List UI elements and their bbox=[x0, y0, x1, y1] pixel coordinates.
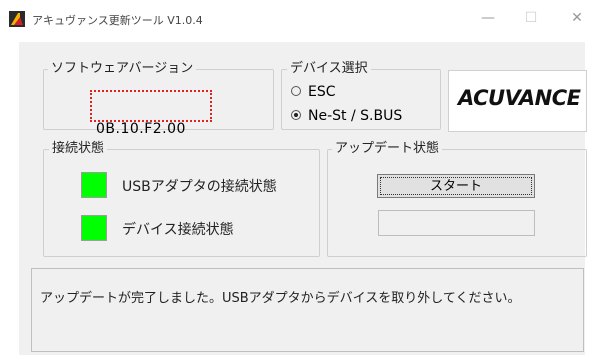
acuvance-logo: ACUVANCE bbox=[448, 70, 587, 132]
app-logo-icon bbox=[9, 11, 25, 27]
usb-adapter-status-label: USBアダプタの接続状態 bbox=[122, 179, 277, 195]
software-version-legend: ソフトウェアバージョン bbox=[48, 60, 197, 78]
version-highlight-box bbox=[90, 90, 212, 122]
device-connection-status-label: デバイス接続状態 bbox=[122, 222, 234, 238]
device-select-group: デバイス選択 ESC Ne-St / S.BUS bbox=[281, 60, 441, 130]
radio-esc-label: ESC bbox=[308, 84, 336, 100]
close-button[interactable]: ✕ bbox=[567, 8, 587, 28]
maximize-button[interactable]: ☐ bbox=[521, 8, 541, 28]
status-message-box: アップデートが完了しました。USBアダプタからデバイスを取り外してください。 bbox=[31, 268, 584, 352]
radio-nest-sbus[interactable]: Ne-St / S.BUS bbox=[291, 107, 402, 125]
title-bar: アキュヴァンス更新ツール V1.0.4 — ☐ ✕ bbox=[0, 0, 595, 38]
device-connection-indicator bbox=[81, 215, 107, 241]
minimize-button[interactable]: — bbox=[478, 8, 498, 28]
update-progress-bar bbox=[378, 210, 535, 236]
device-select-legend: デバイス選択 bbox=[287, 60, 371, 78]
status-message: アップデートが完了しました。USBアダプタからデバイスを取り外してください。 bbox=[40, 291, 521, 306]
window-title: アキュヴァンス更新ツール V1.0.4 bbox=[32, 14, 203, 27]
connection-status-legend: 接続状態 bbox=[49, 140, 108, 158]
start-button[interactable]: スタート bbox=[377, 174, 535, 198]
radio-button-checked[interactable] bbox=[291, 110, 301, 120]
update-status-legend: アップデート状態 bbox=[332, 140, 443, 158]
radio-esc[interactable]: ESC bbox=[291, 83, 336, 101]
logo-text: ACUVANCE bbox=[458, 86, 581, 110]
usb-adapter-indicator bbox=[81, 172, 107, 198]
radio-button[interactable] bbox=[291, 86, 301, 96]
software-version-value: 0B.10.F2.00 bbox=[96, 121, 186, 137]
update-status-group: アップデート状態 bbox=[327, 140, 587, 257]
radio-nest-sbus-label: Ne-St / S.BUS bbox=[308, 108, 403, 124]
